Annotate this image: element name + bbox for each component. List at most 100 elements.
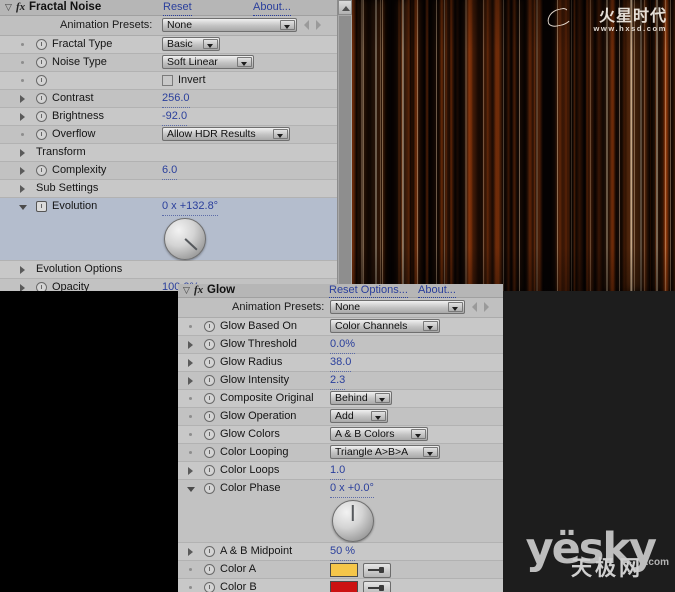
property-row[interactable]: Overflow Allow HDR Results — [0, 126, 337, 144]
chevron-down-icon[interactable] — [411, 429, 426, 439]
fractal-animation-presets-row[interactable]: Animation Presets: None — [0, 16, 337, 36]
angle-dial[interactable] — [332, 500, 374, 542]
property-row[interactable]: Glow Colors A & B Colors — [178, 426, 503, 444]
twirl-closed-icon[interactable] — [20, 113, 25, 121]
stopwatch-icon[interactable] — [204, 483, 215, 494]
twirl-closed-icon[interactable] — [188, 359, 193, 367]
stopwatch-icon[interactable] — [204, 465, 215, 476]
glow-twirl-icon[interactable]: ▽ — [181, 284, 192, 297]
twirl-closed-icon[interactable] — [20, 266, 25, 274]
twirl-closed-icon[interactable] — [188, 341, 193, 349]
stopwatch-icon[interactable] — [36, 129, 47, 140]
property-row[interactable]: Color B — [178, 579, 503, 592]
property-value[interactable]: 1.0 — [330, 462, 346, 480]
composition-viewer[interactable]: 火星时代 www.hxsd.com — [340, 0, 675, 291]
property-row[interactable]: Noise Type Soft Linear — [0, 54, 337, 72]
property-value[interactable]: 6.0 — [162, 162, 178, 180]
stopwatch-icon[interactable] — [204, 546, 215, 557]
stopwatch-icon[interactable] — [204, 375, 215, 386]
property-dropdown[interactable]: Soft Linear — [162, 55, 254, 69]
property-row[interactable]: Contrast 256.0 — [0, 90, 337, 108]
color-swatch[interactable] — [330, 581, 358, 592]
property-row[interactable]: Glow Intensity 2.3 — [178, 372, 503, 390]
property-row[interactable]: Sub Settings — [0, 180, 337, 198]
effects-panel-scrollbar[interactable] — [337, 0, 352, 291]
stopwatch-icon[interactable] — [36, 165, 47, 176]
stopwatch-icon[interactable] — [36, 75, 47, 86]
fractal-presets-dropdown[interactable]: None — [162, 18, 297, 32]
stopwatch-icon[interactable] — [204, 447, 215, 458]
stopwatch-icon[interactable] — [204, 393, 215, 404]
property-value[interactable]: 2.3 — [330, 372, 346, 390]
property-row[interactable]: Evolution Options — [0, 261, 337, 279]
stopwatch-icon[interactable] — [36, 201, 47, 212]
property-row[interactable]: Evolution 0 x +132.8° — [0, 198, 337, 261]
property-row[interactable]: Complexity 6.0 — [0, 162, 337, 180]
twirl-open-icon[interactable] — [187, 487, 195, 492]
property-row[interactable]: Color Looping Triangle A>B>A — [178, 444, 503, 462]
glow-titlebar[interactable]: ▽ fx Glow Reset Options... About... — [178, 284, 503, 298]
property-row[interactable]: Transform — [0, 144, 337, 162]
twirl-open-icon[interactable] — [19, 205, 27, 210]
stopwatch-icon[interactable] — [204, 357, 215, 368]
property-dropdown[interactable]: Color Channels — [330, 319, 440, 333]
eyedropper-icon[interactable] — [363, 581, 391, 592]
stopwatch-icon[interactable] — [36, 93, 47, 104]
stopwatch-icon[interactable] — [204, 564, 215, 575]
glow-preset-nav-arrows[interactable] — [471, 301, 495, 314]
glow-property-list[interactable]: Glow Based On Color Channels Glow Threshol… — [178, 318, 503, 592]
chevron-down-icon[interactable] — [423, 321, 438, 331]
angle-dial[interactable] — [164, 218, 206, 260]
stopwatch-icon[interactable] — [204, 411, 215, 422]
invert-checkbox[interactable] — [162, 75, 173, 86]
property-row[interactable]: Color Phase 0 x +0.0° — [178, 480, 503, 543]
property-value[interactable]: 0.0% — [330, 336, 356, 354]
property-value[interactable]: -92.0 — [162, 108, 188, 126]
property-row[interactable]: Color A — [178, 561, 503, 579]
stopwatch-icon[interactable] — [36, 282, 47, 291]
stopwatch-icon[interactable] — [36, 39, 47, 50]
property-row[interactable]: Glow Operation Add — [178, 408, 503, 426]
property-row[interactable]: A & B Midpoint 50 % — [178, 543, 503, 561]
property-row[interactable]: Color Loops 1.0 — [178, 462, 503, 480]
twirl-closed-icon[interactable] — [188, 377, 193, 385]
chevron-down-icon[interactable] — [280, 20, 295, 30]
glow-about-link[interactable]: About... — [418, 284, 456, 298]
stopwatch-icon[interactable] — [204, 321, 215, 332]
glow-animation-presets-row[interactable]: Animation Presets: None — [178, 298, 503, 318]
property-value[interactable]: 256.0 — [162, 90, 190, 108]
property-value[interactable]: 0 x +132.8° — [162, 198, 219, 216]
stopwatch-icon[interactable] — [36, 57, 47, 68]
twirl-closed-icon[interactable] — [20, 185, 25, 193]
chevron-down-icon[interactable] — [203, 39, 218, 49]
scrollbar-thumb[interactable] — [339, 16, 351, 286]
fractal-noise-twirl-icon[interactable]: ▽ — [3, 0, 14, 15]
stopwatch-icon[interactable] — [36, 111, 47, 122]
property-row[interactable]: Brightness -92.0 — [0, 108, 337, 126]
chevron-down-icon[interactable] — [273, 129, 288, 139]
property-dropdown[interactable]: A & B Colors — [330, 427, 428, 441]
fractal-noise-titlebar[interactable]: ▽ fx Fractal Noise Reset About... — [0, 0, 337, 16]
property-dropdown[interactable]: Behind — [330, 391, 392, 405]
color-swatch[interactable] — [330, 563, 358, 577]
fractal-property-list[interactable]: Fractal Type Basic Noise Type Soft Linear In… — [0, 36, 337, 291]
property-value[interactable]: 50 % — [330, 543, 356, 561]
property-row[interactable]: Fractal Type Basic — [0, 36, 337, 54]
property-dropdown[interactable]: Allow HDR Results — [162, 127, 290, 141]
twirl-closed-icon[interactable] — [20, 149, 25, 157]
stopwatch-icon[interactable] — [204, 339, 215, 350]
eyedropper-icon[interactable] — [363, 563, 391, 578]
glow-presets-dropdown[interactable]: None — [330, 300, 465, 314]
stopwatch-icon[interactable] — [204, 429, 215, 440]
scroll-up-button[interactable] — [338, 0, 352, 15]
chevron-down-icon[interactable] — [371, 411, 386, 421]
glow-reset-options-link[interactable]: Reset Options... — [329, 284, 408, 298]
property-row[interactable]: Glow Radius 38.0 — [178, 354, 503, 372]
property-value[interactable]: 0 x +0.0° — [330, 480, 374, 498]
property-dropdown[interactable]: Basic — [162, 37, 220, 51]
chevron-down-icon[interactable] — [423, 447, 438, 457]
property-dropdown[interactable]: Add — [330, 409, 388, 423]
fractal-preset-nav-arrows[interactable] — [303, 19, 327, 32]
twirl-closed-icon[interactable] — [20, 167, 25, 175]
twirl-closed-icon[interactable] — [20, 284, 25, 291]
